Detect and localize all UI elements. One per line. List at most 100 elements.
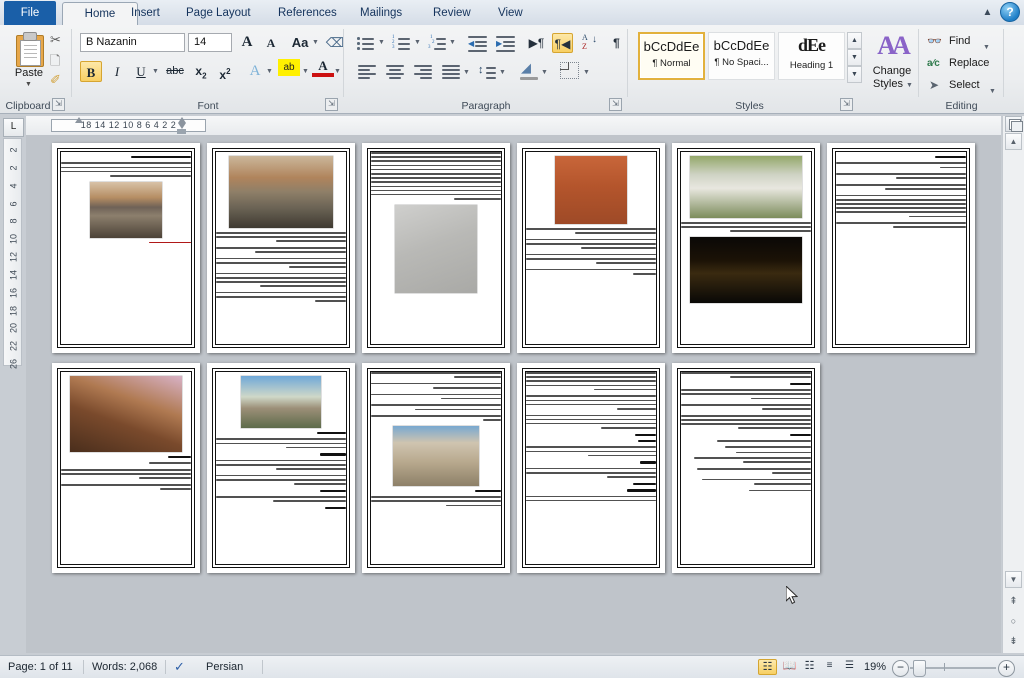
next-page-icon[interactable]: ⇟ [1005,634,1022,651]
underline-arrow[interactable]: ▼ [152,68,159,75]
right-to-left-text-icon[interactable]: ¶◀ [552,33,573,53]
page-thumbnail-1[interactable] [52,143,200,353]
page-indicator[interactable]: Page: 1 of 11 [8,656,73,678]
tab-view[interactable]: View [487,2,534,25]
page-thumbnail-5[interactable] [672,143,820,353]
proofing-errors-icon[interactable]: ✓ [174,656,185,678]
decrease-indent-icon[interactable]: ◀ [468,33,488,53]
shading-arrow[interactable]: ▼ [541,69,548,76]
line-spacing-icon[interactable]: ↕ [478,63,498,83]
styles-more-icon[interactable]: ▼ [847,66,862,83]
paste-label[interactable]: Paste [8,67,50,79]
styles-scroll-down-icon[interactable]: ▼ [847,49,862,66]
scroll-down-icon[interactable]: ▼ [1005,571,1022,588]
shading-icon[interactable]: ◢ [520,60,540,81]
page-thumbnail-7[interactable] [52,363,200,573]
align-center-icon[interactable] [386,63,406,83]
highlight-arrow[interactable]: ▼ [302,68,309,75]
word-count[interactable]: Words: 2,068 [92,656,157,678]
line-spacing-arrow[interactable]: ▼ [499,69,506,76]
text-effects-arrow[interactable]: ▼ [266,68,273,75]
strikethrough-button[interactable]: abc [162,61,188,82]
clipboard-dialog-launcher-icon[interactable]: ⇲ [52,98,65,111]
view-print-layout-icon[interactable]: ☷ [758,659,777,675]
page-thumbnail-10[interactable] [517,363,665,573]
bullets-arrow[interactable]: ▼ [378,39,385,46]
align-right-icon[interactable] [414,63,434,83]
underline-button[interactable]: U [130,61,152,82]
subscript-button[interactable]: x2 [190,61,212,82]
scroll-up-icon[interactable]: ▲ [1005,133,1022,150]
horizontal-ruler[interactable]: 18 14 12 10 8 6 4 2 2 [26,116,1001,136]
page-thumbnail-2[interactable] [207,143,355,353]
view-full-screen-reading-icon[interactable]: 📖 [780,659,799,675]
view-web-layout-icon[interactable]: ☷ [800,659,819,675]
paste-dropdown-arrow[interactable]: ▼ [25,81,32,88]
change-styles-label-2[interactable]: Styles [867,78,909,90]
show-formatting-marks-icon[interactable]: ¶ [606,33,627,53]
zoom-out-button[interactable]: − [892,660,909,677]
select-arrow[interactable]: ▼ [989,82,996,102]
vertical-ruler[interactable]: 2 2 4 6 8 10 12 14 16 18 20 22 26 [3,138,22,369]
justify-icon[interactable] [442,63,462,83]
shrink-font-icon[interactable]: A [260,33,282,54]
font-name-input[interactable]: B Nazanin [80,33,185,52]
numbering-arrow[interactable]: ▼ [414,39,421,46]
page-thumbnail-11[interactable] [672,363,820,573]
align-left-icon[interactable] [358,63,378,83]
highlight-icon[interactable]: ab [278,59,300,76]
change-case-icon[interactable]: Aa [286,32,314,53]
change-styles-label-1[interactable]: Change [871,65,913,77]
find-button[interactable]: 👓 Find ▼ [927,31,990,51]
split-window-icon[interactable] [1005,116,1023,132]
left-indent-box-marker[interactable] [177,129,186,134]
format-painter-icon[interactable]: ✐ [50,72,61,88]
document-canvas[interactable] [26,135,1001,653]
borders-arrow[interactable]: ▼ [583,69,590,76]
zoom-level-label[interactable]: 19% [858,656,892,678]
numbering-icon[interactable]: 1 2 3 [392,33,412,53]
zoom-slider-thumb[interactable] [913,660,926,677]
zoom-in-button[interactable]: + [998,660,1015,677]
view-draft-icon[interactable]: ☰ [840,659,859,675]
change-styles-icon[interactable]: AA [871,31,913,63]
font-dialog-launcher-icon[interactable]: ⇲ [325,98,338,111]
chevron-up-icon[interactable]: ▲ [979,4,996,21]
superscript-button[interactable]: x2 [214,61,236,82]
grow-font-icon[interactable]: A [236,32,258,53]
previous-page-icon[interactable]: ⇞ [1005,594,1022,611]
borders-icon[interactable] [560,62,580,82]
justify-arrow[interactable]: ▼ [463,69,470,76]
select-button[interactable]: ➤ Select ▼ [927,75,996,95]
style-item-heading-1[interactable]: dEe Heading 1 [778,32,845,80]
vertical-scrollbar[interactable]: ▲ ▼ ⇞ ○ ⇟ [1002,116,1024,653]
help-icon[interactable]: ? [1000,2,1020,22]
multilevel-arrow[interactable]: ▼ [449,39,456,46]
page-thumbnail-9[interactable] [362,363,510,573]
tab-references[interactable]: References [267,2,348,25]
bullets-icon[interactable] [356,33,376,53]
scissors-icon[interactable]: ✂ [50,32,61,48]
font-color-arrow[interactable]: ▼ [334,68,341,75]
tab-selector-button[interactable]: L [3,118,24,137]
first-line-indent-marker[interactable] [75,117,83,123]
styles-scroll-up-icon[interactable]: ▲ [847,32,862,49]
select-browse-object-icon[interactable]: ○ [1005,614,1022,631]
left-to-right-text-icon[interactable]: ▶¶ [526,33,547,53]
copy-icon[interactable]: 🗋 [50,52,60,74]
page-thumbnail-6[interactable] [827,143,975,353]
view-outline-icon[interactable]: ≡ [820,659,839,675]
style-item-no-spacing[interactable]: bCcDdEe ¶ No Spaci... [708,32,775,80]
tab-insert[interactable]: Insert [120,2,171,25]
page-thumbnail-3[interactable] [362,143,510,353]
sort-icon[interactable]: A Z ↓ [580,33,600,53]
page-thumbnail-4[interactable] [517,143,665,353]
multilevel-list-icon[interactable]: 1 2 3 [428,33,448,53]
bold-button[interactable]: B [80,61,102,82]
tab-mailings[interactable]: Mailings [349,2,413,25]
font-size-input[interactable]: 14 [188,33,232,52]
font-color-icon[interactable]: A [312,58,334,77]
tab-file[interactable]: File [4,1,56,25]
text-effects-icon[interactable]: A [244,61,266,82]
paste-icon[interactable] [14,31,44,67]
